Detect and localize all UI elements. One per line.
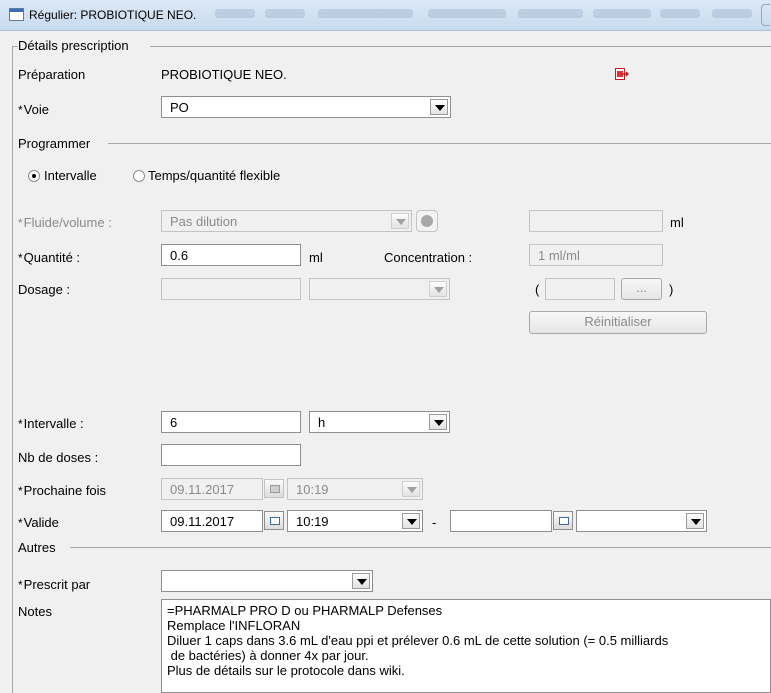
required-marker: * [18, 417, 23, 431]
blurred-menu-item [518, 9, 583, 18]
dosage-more-button[interactable]: ... [621, 278, 662, 300]
quantite-input[interactable]: 0.6 [161, 244, 301, 266]
window-icon [9, 8, 24, 21]
chevron-down-icon[interactable] [686, 513, 704, 529]
intervalle-unit-value: h [318, 415, 326, 430]
blurred-menu-item [428, 9, 506, 18]
fluide-volume-input[interactable] [529, 210, 663, 232]
chevron-down-icon[interactable] [402, 513, 420, 529]
prescrit-label-text: Prescrit par [23, 577, 91, 592]
intervalle-unit-select[interactable]: h [309, 411, 450, 433]
intervalle-label: *Intervalle : [18, 416, 84, 431]
fluide-info-button[interactable] [416, 210, 438, 232]
quantite-label: *Quantité : [18, 250, 80, 265]
autres-separator [70, 547, 771, 548]
dosage-label: Dosage : [18, 282, 71, 297]
required-marker: * [18, 516, 23, 530]
window-titlebar: Régulier: PROBIOTIQUE NEO. [0, 0, 771, 31]
concentration-label: Concentration : [384, 250, 473, 265]
radio-intervalle-label[interactable]: Intervalle [44, 168, 97, 183]
window-edge [761, 4, 770, 26]
prescrit-label: *Prescrit par [18, 577, 90, 592]
prochaine-time-select[interactable]: 10:19 [287, 478, 423, 500]
preparation-label: Préparation [18, 67, 86, 82]
calendar-icon[interactable] [264, 511, 284, 530]
quantite-unit: ml [309, 250, 323, 265]
intervalle-input[interactable]: 6 [161, 411, 301, 433]
nb-doses-label: Nb de doses : [18, 450, 99, 465]
fluide-unit: ml [670, 215, 684, 230]
blurred-menu-item [593, 9, 651, 18]
required-marker: * [18, 216, 23, 230]
section-details-title: Détails prescription [18, 38, 129, 53]
chevron-down-icon[interactable] [352, 573, 370, 589]
required-marker: * [18, 484, 23, 498]
chevron-down-icon[interactable] [391, 213, 409, 229]
radio-flexible-label[interactable]: Temps/quantité flexible [148, 168, 280, 183]
dosage-unit-select[interactable] [309, 278, 450, 300]
preparation-value: PROBIOTIQUE NEO. [161, 67, 287, 82]
section-autres-title: Autres [18, 540, 56, 555]
export-icon[interactable] [615, 68, 629, 80]
section-programmer-title: Programmer [18, 136, 91, 151]
voie-value: PO [170, 100, 189, 115]
dosage-paren-close: ) [669, 282, 674, 297]
calendar-icon[interactable] [264, 479, 284, 498]
prochaine-label: *Prochaine fois [18, 483, 106, 498]
valide-dash: - [432, 515, 437, 530]
prescrit-select[interactable] [161, 570, 373, 592]
valide-time-from-value: 10:19 [296, 514, 329, 529]
radio-intervalle[interactable] [28, 170, 40, 182]
blurred-menu-item [318, 9, 413, 18]
valide-date-from-input[interactable]: 09.11.2017 [161, 510, 263, 532]
programmer-separator [108, 143, 771, 144]
concentration-input[interactable]: 1 ml/ml [529, 244, 663, 266]
quantite-label-text: Quantité : [23, 250, 81, 265]
valide-label-text: Valide [23, 515, 59, 530]
blurred-menu-item [265, 9, 305, 18]
fluide-value: Pas dilution [170, 214, 238, 229]
chevron-down-icon[interactable] [429, 414, 447, 430]
blurred-menu-item [215, 9, 255, 18]
groupbox-top-right [150, 46, 771, 47]
required-marker: * [18, 251, 23, 265]
nb-doses-input[interactable] [161, 444, 301, 466]
prochaine-time-value: 10:19 [296, 482, 329, 497]
notes-label: Notes [18, 604, 52, 619]
valide-date-to-input[interactable] [450, 510, 552, 532]
valide-label: *Valide [18, 515, 59, 530]
groupbox-left-border [12, 46, 13, 693]
reset-button[interactable]: Réinitialiser [529, 311, 707, 334]
prochaine-label-text: Prochaine fois [23, 483, 107, 498]
dosage-paren-open: ( [535, 282, 540, 297]
fluide-select[interactable]: Pas dilution [161, 210, 412, 232]
radio-flexible[interactable] [133, 170, 145, 182]
prochaine-date-input[interactable]: 09.11.2017 [161, 478, 263, 500]
circle-icon [421, 215, 433, 227]
chevron-down-icon[interactable] [402, 481, 420, 497]
blurred-menu-item [712, 9, 752, 18]
required-marker: * [18, 103, 23, 117]
voie-label-text: Voie [23, 102, 49, 117]
fluide-label-text: Fluide/volume : [23, 215, 112, 230]
chevron-down-icon[interactable] [430, 99, 448, 115]
dosage-input[interactable] [161, 278, 301, 300]
window-title: Régulier: PROBIOTIQUE NEO. [29, 8, 197, 22]
chevron-down-icon[interactable] [429, 281, 447, 297]
dosage-extra-input[interactable] [545, 278, 615, 300]
voie-select[interactable]: PO [161, 96, 451, 118]
valide-time-to-select[interactable] [576, 510, 707, 532]
intervalle-label-text: Intervalle : [23, 416, 84, 431]
valide-time-from-select[interactable]: 10:19 [287, 510, 423, 532]
voie-label: *Voie [18, 102, 49, 117]
blurred-menu-item [660, 9, 700, 18]
fluide-label: *Fluide/volume : [18, 215, 112, 230]
required-marker: * [18, 578, 23, 592]
calendar-icon[interactable] [553, 511, 573, 530]
notes-textarea[interactable]: =PHARMALP PRO D ou PHARMALP Defenses Rem… [161, 599, 771, 693]
